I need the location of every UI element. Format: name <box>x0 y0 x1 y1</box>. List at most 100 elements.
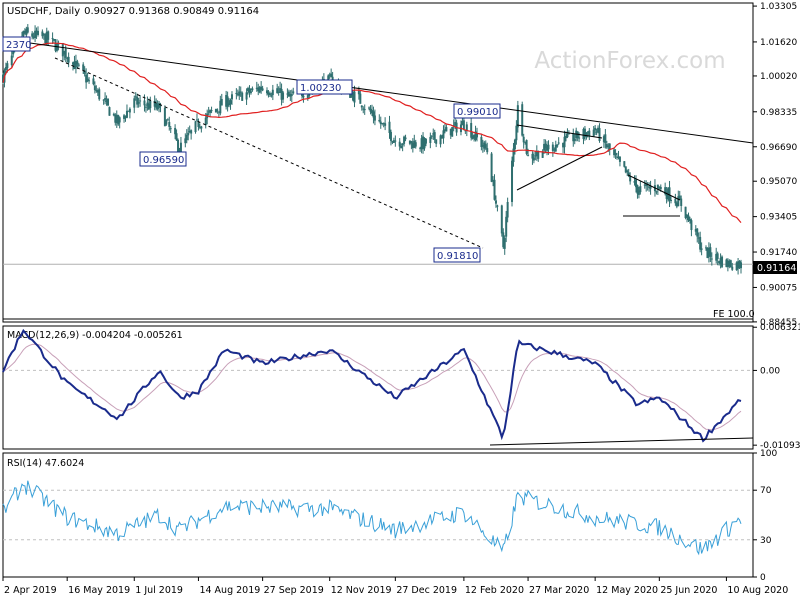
annotation-label-5: 0.91810 <box>437 251 478 262</box>
x-tick-label: 10 Aug 2020 <box>727 585 788 596</box>
price-y-axis: 1.03305 1.01620 1.00020 0.98335 0.96690 0.950… <box>753 2 797 328</box>
candle-body <box>200 126 203 129</box>
candle-body <box>290 94 293 96</box>
candle-body <box>710 258 713 260</box>
rsi-tick-label: 0 <box>760 573 766 583</box>
header-timeframe: Daily <box>55 6 80 17</box>
candle-body <box>249 91 252 94</box>
x-tick-label: 27 Mar 2020 <box>529 585 589 596</box>
candle-body <box>655 191 658 193</box>
candle-body <box>139 100 142 102</box>
candle-body <box>31 33 34 37</box>
candle-body <box>731 266 734 270</box>
candle-body <box>674 198 677 204</box>
rsi-panel-frame <box>2 452 754 578</box>
candle-body <box>604 134 607 143</box>
candle-body <box>729 260 732 268</box>
candle-body <box>493 179 496 200</box>
candle-body <box>716 253 719 259</box>
candle-body <box>623 161 626 167</box>
candle-body <box>245 92 248 100</box>
macd-tick-label: 0.006321 <box>760 323 800 333</box>
candle-body <box>93 85 96 91</box>
candle-body <box>442 130 445 139</box>
rsi-y-axis: 100 70 30 0 <box>753 449 777 583</box>
candle-body <box>511 160 514 202</box>
candle-body <box>503 237 506 249</box>
price-tick-label: 1.03305 <box>760 2 797 12</box>
candle-body <box>177 139 180 152</box>
macd-y-axis: 0.0063210.00-0.010939 <box>753 323 800 451</box>
candle-body <box>525 140 528 154</box>
candle-body <box>659 186 662 190</box>
candle-body <box>230 94 233 100</box>
candle-body <box>400 145 403 149</box>
header-symbol: USDCHF <box>7 6 49 17</box>
macd-label: MACD(12,26,9) -0.004204 -0.005261 <box>7 330 183 341</box>
candle-body <box>6 63 9 69</box>
candle-body <box>598 128 601 141</box>
candle-body <box>668 187 671 201</box>
candle-body <box>128 108 131 113</box>
candle-body <box>626 170 629 173</box>
candle-body <box>292 91 295 94</box>
candle-body <box>353 91 356 103</box>
candle-body <box>98 89 101 100</box>
rsi-tick-label: 70 <box>760 486 772 496</box>
candle-body <box>76 61 79 65</box>
candle-body <box>556 144 559 147</box>
x-tick-label: 27 Dec 2019 <box>396 585 457 596</box>
candle-body <box>699 236 702 250</box>
candle-body <box>133 98 136 108</box>
annotation-label-2: 1.00230 <box>300 83 341 94</box>
x-tick-label: 16 May 2019 <box>68 585 130 596</box>
rsi-tick-label: 30 <box>760 536 772 546</box>
x-tick-label: 25 Jun 2020 <box>660 585 717 596</box>
candle-body <box>165 120 168 125</box>
candle-body <box>104 98 107 100</box>
candle-body <box>363 109 366 111</box>
candle-body <box>500 205 503 234</box>
candle-body <box>64 48 67 58</box>
candle-body <box>241 92 244 101</box>
candle-body <box>378 119 381 122</box>
candle-body <box>521 104 524 136</box>
candle-body <box>384 123 387 126</box>
candle-body <box>360 105 363 108</box>
candle-body <box>149 100 152 109</box>
candle-body <box>185 134 188 141</box>
candle-body <box>424 139 427 144</box>
candle-body <box>271 89 274 96</box>
candle-body <box>594 127 597 131</box>
candle-body <box>592 129 595 137</box>
candle-body <box>51 38 54 40</box>
candle-body <box>470 122 473 138</box>
candle-body <box>462 120 465 130</box>
candle-body <box>194 121 197 133</box>
candle-body <box>696 228 699 237</box>
price-tick-label: 0.90075 <box>760 283 797 293</box>
x-tick-label: 12 Feb 2020 <box>465 585 524 596</box>
x-tick-label: 12 May 2020 <box>596 585 658 596</box>
candle-body <box>709 247 712 257</box>
candle-body <box>494 200 497 204</box>
candle-body <box>563 136 566 148</box>
candle-body <box>496 205 499 207</box>
candle-body <box>359 93 362 104</box>
candle-body <box>125 110 128 118</box>
candle-body <box>187 132 190 136</box>
candle-body <box>532 157 535 161</box>
candle-body <box>53 38 56 41</box>
candle-body <box>220 98 223 106</box>
annotation-label-1: 2370 <box>6 40 31 51</box>
candle-body <box>204 117 207 126</box>
candle-body <box>261 88 264 91</box>
candle-body <box>108 107 111 116</box>
candle-body <box>585 132 588 138</box>
candle-body <box>216 109 219 111</box>
price-tick-label: 0.95070 <box>760 177 797 187</box>
candle-body <box>235 92 238 94</box>
candle-body <box>85 74 88 83</box>
candle-body <box>179 142 182 153</box>
candle-body <box>541 152 544 158</box>
